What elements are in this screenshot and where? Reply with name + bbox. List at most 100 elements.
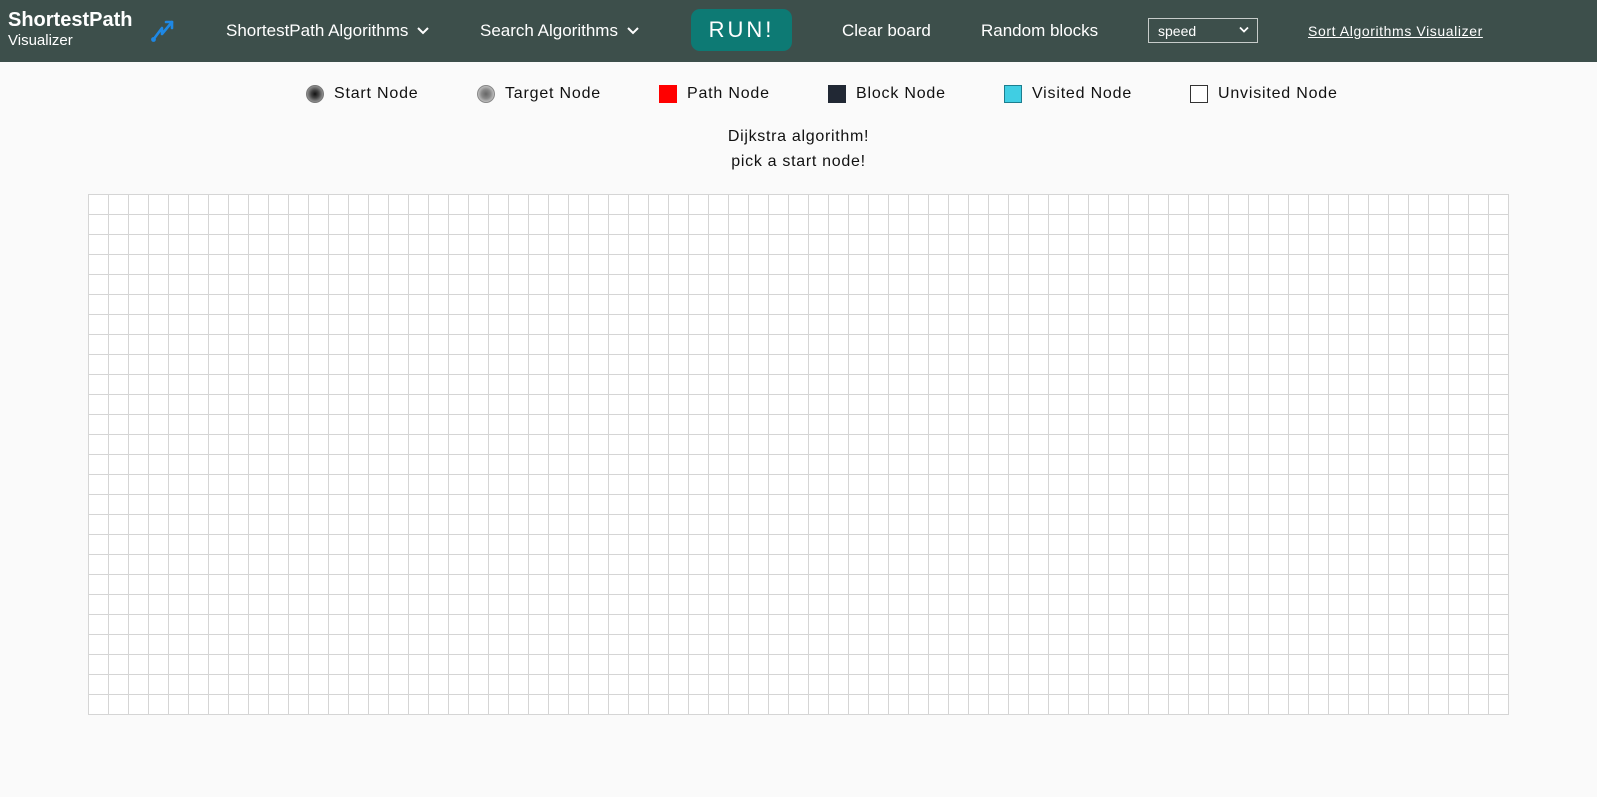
grid-cell[interactable]	[1429, 395, 1449, 415]
grid-cell[interactable]	[549, 195, 569, 215]
grid-cell[interactable]	[849, 575, 869, 595]
grid-cell[interactable]	[1009, 295, 1029, 315]
grid-cell[interactable]	[909, 555, 929, 575]
grid-cell[interactable]	[189, 235, 209, 255]
grid-cell[interactable]	[449, 335, 469, 355]
grid-cell[interactable]	[809, 695, 829, 715]
grid-cell[interactable]	[1469, 255, 1489, 275]
grid-cell[interactable]	[1089, 555, 1109, 575]
grid-cell[interactable]	[509, 395, 529, 415]
grid-cell[interactable]	[209, 335, 229, 355]
grid-cell[interactable]	[569, 675, 589, 695]
grid-cell[interactable]	[589, 635, 609, 655]
grid-cell[interactable]	[469, 355, 489, 375]
grid-cell[interactable]	[1489, 315, 1509, 335]
grid-cell[interactable]	[709, 575, 729, 595]
grid-cell[interactable]	[1029, 415, 1049, 435]
grid-cell[interactable]	[1489, 675, 1509, 695]
grid-cell[interactable]	[89, 555, 109, 575]
grid-cell[interactable]	[1369, 255, 1389, 275]
grid-cell[interactable]	[309, 315, 329, 335]
grid-cell[interactable]	[329, 555, 349, 575]
grid-cell[interactable]	[909, 615, 929, 635]
grid-cell[interactable]	[609, 415, 629, 435]
grid-cell[interactable]	[709, 535, 729, 555]
grid-cell[interactable]	[1069, 355, 1089, 375]
grid-cell[interactable]	[1449, 315, 1469, 335]
grid-cell[interactable]	[949, 295, 969, 315]
grid-cell[interactable]	[689, 275, 709, 295]
grid-cell[interactable]	[949, 355, 969, 375]
grid-cell[interactable]	[809, 455, 829, 475]
grid-cell[interactable]	[309, 375, 329, 395]
grid-cell[interactable]	[609, 495, 629, 515]
grid-cell[interactable]	[189, 535, 209, 555]
grid-cell[interactable]	[789, 455, 809, 475]
grid-cell[interactable]	[1129, 655, 1149, 675]
grid-cell[interactable]	[169, 515, 189, 535]
grid-cell[interactable]	[1049, 655, 1069, 675]
grid-cell[interactable]	[909, 415, 929, 435]
grid-cell[interactable]	[1389, 335, 1409, 355]
grid-cell[interactable]	[689, 295, 709, 315]
grid-cell[interactable]	[489, 275, 509, 295]
grid-cell[interactable]	[189, 595, 209, 615]
grid-cell[interactable]	[89, 355, 109, 375]
grid-cell[interactable]	[449, 655, 469, 675]
grid-cell[interactable]	[1029, 315, 1049, 335]
grid-cell[interactable]	[669, 355, 689, 375]
grid-cell[interactable]	[1209, 535, 1229, 555]
grid-cell[interactable]	[1109, 615, 1129, 635]
grid-cell[interactable]	[89, 215, 109, 235]
grid-cell[interactable]	[189, 575, 209, 595]
grid-cell[interactable]	[529, 335, 549, 355]
grid-cell[interactable]	[709, 315, 729, 335]
grid-cell[interactable]	[889, 235, 909, 255]
grid-cell[interactable]	[329, 195, 349, 215]
grid-cell[interactable]	[769, 335, 789, 355]
grid-cell[interactable]	[169, 495, 189, 515]
grid-cell[interactable]	[1029, 395, 1049, 415]
grid-cell[interactable]	[609, 315, 629, 335]
grid-cell[interactable]	[1069, 695, 1089, 715]
grid-cell[interactable]	[149, 275, 169, 295]
grid-cell[interactable]	[1269, 215, 1289, 235]
grid-cell[interactable]	[1489, 235, 1509, 255]
grid-cell[interactable]	[1029, 515, 1049, 535]
grid-cell[interactable]	[1129, 455, 1149, 475]
grid-cell[interactable]	[1169, 335, 1189, 355]
grid-cell[interactable]	[789, 395, 809, 415]
grid-cell[interactable]	[169, 255, 189, 275]
grid-cell[interactable]	[1129, 615, 1149, 635]
grid-cell[interactable]	[409, 255, 429, 275]
grid-cell[interactable]	[669, 275, 689, 295]
grid-cell[interactable]	[109, 195, 129, 215]
grid-cell[interactable]	[1489, 255, 1509, 275]
grid-cell[interactable]	[469, 435, 489, 455]
grid-cell[interactable]	[1049, 615, 1069, 635]
grid-cell[interactable]	[1069, 635, 1089, 655]
grid-cell[interactable]	[1089, 215, 1109, 235]
grid-cell[interactable]	[1049, 255, 1069, 275]
grid-cell[interactable]	[249, 375, 269, 395]
grid-cell[interactable]	[749, 315, 769, 335]
grid-cell[interactable]	[729, 615, 749, 635]
grid-cell[interactable]	[409, 295, 429, 315]
grid-cell[interactable]	[609, 215, 629, 235]
grid-cell[interactable]	[989, 315, 1009, 335]
grid-cell[interactable]	[409, 695, 429, 715]
grid-cell[interactable]	[729, 495, 749, 515]
grid-cell[interactable]	[1469, 515, 1489, 535]
grid-cell[interactable]	[1449, 275, 1469, 295]
grid-cell[interactable]	[289, 215, 309, 235]
grid-cell[interactable]	[569, 575, 589, 595]
grid-cell[interactable]	[709, 295, 729, 315]
grid-cell[interactable]	[289, 535, 309, 555]
grid-cell[interactable]	[969, 295, 989, 315]
grid-cell[interactable]	[129, 315, 149, 335]
grid-cell[interactable]	[1229, 335, 1249, 355]
grid-cell[interactable]	[249, 355, 269, 375]
grid-cell[interactable]	[1189, 615, 1209, 635]
grid-cell[interactable]	[289, 475, 309, 495]
grid-cell[interactable]	[1149, 655, 1169, 675]
